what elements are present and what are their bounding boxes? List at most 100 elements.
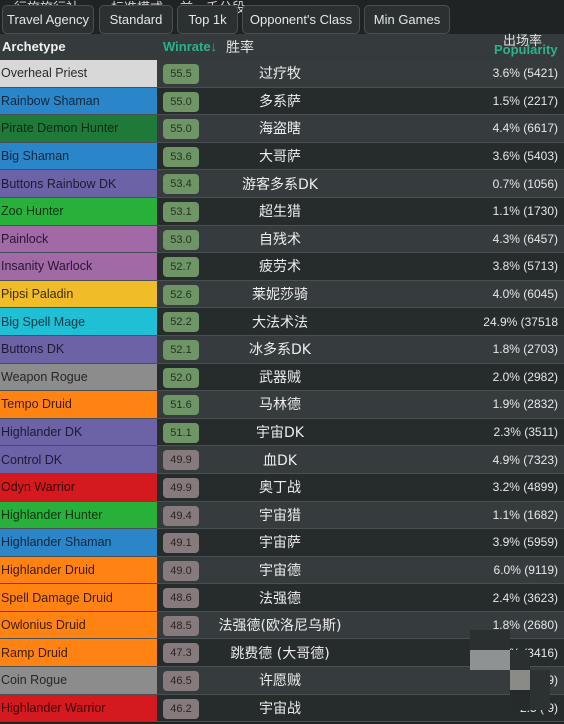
table-row[interactable]: Highlander Druid 49.0 宇宙德 6.0% (9119) — [0, 556, 564, 585]
popularity-value: 3.2% (4899) — [492, 480, 558, 495]
archetype-name[interactable]: Buttons Rainbow DK — [0, 170, 157, 197]
archetype-name[interactable]: Odyn Warrior — [0, 473, 157, 501]
popularity-value: 2.0% (2982) — [492, 369, 558, 384]
archetype-zh-name: 奥丁战 — [259, 480, 301, 497]
archetype-name[interactable]: Insanity Warlock — [0, 253, 157, 280]
archetype-zh-name: 武器贼 — [259, 369, 301, 386]
table-row[interactable]: Tempo Druid 51.6 马林德 1.9% (2832) — [0, 391, 564, 419]
archetype-zh-name: 血DK — [263, 452, 297, 469]
archetype-name[interactable]: Pipsi Paladin — [0, 280, 157, 308]
archetype-name[interactable]: Pirate Demon Hunter — [0, 115, 157, 142]
table-row[interactable]: Highlander Warrior46.2宇宙战2.5 ( 9) — [0, 694, 564, 723]
popularity-value: 2.4% (3623) — [492, 590, 558, 605]
archetype-name[interactable]: Rainbow Shaman — [0, 87, 157, 115]
winrate-badge: 49.0 — [163, 560, 199, 581]
archetype-name[interactable]: Painlock — [0, 225, 157, 253]
archetype-zh-name: 法强德(欧洛尼乌斯) — [218, 618, 342, 635]
archetype-name[interactable]: Overheal Priest — [0, 60, 157, 87]
table-row[interactable]: Pirate Demon Hunter 55.0 海盗瞎 4.4% (6617) — [0, 115, 564, 143]
redaction-block — [470, 650, 510, 670]
winrate-badge: 52.6 — [163, 284, 199, 305]
archetype-zh-name: 多系萨 — [259, 93, 301, 110]
table-row[interactable]: Overheal Priest 55.5 过疗牧 3.6% (5421) — [0, 60, 564, 88]
archetype-zh-name: 马林德 — [259, 397, 301, 414]
archetype-zh-name: 法强德 — [259, 590, 301, 607]
filter-travel-agency-button[interactable]: Travel Agency — [2, 5, 94, 34]
archetype-zh-name: 大法术法 — [252, 314, 308, 331]
archetype-zh-name: 游客多系DK — [242, 176, 318, 193]
table-row[interactable]: Rainbow Shaman 55.0 多系萨 1.5% (2217) — [0, 87, 564, 116]
filter-opponent-class-button[interactable]: Opponent's Class — [242, 5, 360, 34]
winrate-badge: 52.2 — [163, 312, 199, 333]
archetype-name[interactable]: Big Spell Mage — [0, 308, 157, 335]
archetype-name[interactable]: Owlonius Druid — [0, 611, 157, 639]
redaction-block — [510, 670, 530, 690]
winrate-column-header[interactable]: Winrate↓ — [163, 39, 217, 54]
table-row[interactable]: Painlock 53.0 自残术 4.3% (6457) — [0, 225, 564, 254]
filter-top-1k-button[interactable]: Top 1k — [177, 5, 238, 34]
winrate-badge: 55.0 — [163, 119, 199, 140]
archetype-zh-name: 海盗瞎 — [259, 121, 301, 138]
table-row[interactable]: Buttons Rainbow DK 53.4 游客多系DK 0.7% (1056) — [0, 170, 564, 198]
table-row[interactable]: Coin Rogue 46.5 许愿贼 9) — [0, 667, 564, 695]
popularity-value: 4.3% (6457) — [492, 231, 558, 246]
archetype-name[interactable]: Big Shaman — [0, 142, 157, 170]
filter-standard-button[interactable]: Standard — [99, 5, 173, 34]
archetype-name[interactable]: Highlander Druid — [0, 556, 157, 584]
popularity-value: 4.9% (7323) — [492, 452, 558, 467]
table-row[interactable]: Big Spell Mage 52.2 大法术法 24.9% (37518 — [0, 308, 564, 336]
table-row[interactable]: Insanity Warlock 52.7 疲劳术 3.8% (5713) — [0, 253, 564, 281]
archetype-name[interactable]: Highlander Shaman — [0, 529, 157, 556]
filter-min-games-button[interactable]: Min Games — [364, 5, 450, 34]
archetype-zh-name: 自残术 — [259, 231, 301, 248]
popularity-value: 3.6% (5421) — [492, 66, 558, 81]
winrate-badge: 49.1 — [163, 533, 199, 554]
popularity-value: 24.9% (37518 — [483, 314, 558, 329]
winrate-badge: 53.4 — [163, 174, 199, 195]
popularity-value: 3.6% (5403) — [492, 149, 558, 164]
table-row[interactable]: Weapon Rogue 52.0 武器贼 2.0% (2982) — [0, 363, 564, 392]
archetype-zh-name: 宇宙战 — [259, 700, 301, 717]
archetype-name[interactable]: Highlander Warrior — [0, 694, 157, 722]
popularity-value: 3.8% (5713) — [492, 259, 558, 274]
winrate-badge: 49.4 — [163, 505, 199, 526]
popularity-value: 1.1% (1730) — [492, 204, 558, 219]
archetype-name[interactable]: Weapon Rogue — [0, 363, 157, 391]
archetype-name[interactable]: Buttons DK — [0, 335, 157, 363]
popularity-value: 6.0% (9119) — [493, 562, 558, 577]
redaction-block — [470, 630, 510, 650]
table-row[interactable]: Zoo Hunter 53.1 超生猎 1.1% (1730) — [0, 197, 564, 226]
archetype-name[interactable]: Tempo Druid — [0, 391, 157, 418]
table-row[interactable]: Highlander DK 51.1 宇宙DK 2.3% (3511) — [0, 418, 564, 447]
archetype-name[interactable]: Spell Damage Druid — [0, 584, 157, 611]
archetype-column-header[interactable]: Archetype — [2, 39, 66, 54]
archetype-zh-name: 许愿贼 — [259, 673, 301, 690]
archetype-name[interactable]: Control DK — [0, 446, 157, 473]
popularity-value: 4.4% (6617) — [492, 121, 558, 136]
archetype-zh-name: 疲劳术 — [259, 259, 301, 276]
table-row[interactable]: Spell Damage Druid 48.6 法强德 2.4% (3623) — [0, 584, 564, 612]
table-row[interactable]: Odyn Warrior 49.9 奥丁战 3.2% (4899) — [0, 473, 564, 502]
archetype-name[interactable]: Highlander Hunter — [0, 501, 157, 529]
redaction-block — [510, 650, 530, 670]
winrate-badge: 55.0 — [163, 91, 199, 112]
table-row[interactable]: Big Shaman 53.6 大哥萨 3.6% (5403) — [0, 142, 564, 171]
filter-bar: 行旅旅行社 标准模式 前一千分段 Travel Agency Standard … — [0, 0, 564, 34]
winrate-badge: 46.5 — [163, 671, 199, 692]
archetype-zh-name: 大哥萨 — [259, 149, 301, 166]
table-row[interactable]: Highlander Hunter 49.4 宇宙猎 1.1% (1682) — [0, 501, 564, 530]
archetype-name[interactable]: Zoo Hunter — [0, 197, 157, 225]
winrate-badge: 53.0 — [163, 229, 199, 250]
popularity-value: 1.8% (2703) — [492, 342, 558, 357]
archetype-name[interactable]: Highlander DK — [0, 418, 157, 446]
winrate-badge: 52.1 — [163, 339, 199, 360]
archetype-name[interactable]: Coin Rogue — [0, 667, 157, 694]
popularity-column-header[interactable]: Popularity — [494, 42, 558, 57]
table-row[interactable]: Buttons DK 52.1 冰多系DK 1.8% (2703) — [0, 335, 564, 364]
redaction-block — [510, 690, 530, 710]
table-row[interactable]: Pipsi Paladin 52.6 莱妮莎骑 4.0% (6045) — [0, 280, 564, 309]
table-row[interactable]: Highlander Shaman 49.1 宇宙萨 3.9% (5959) — [0, 529, 564, 557]
winrate-badge: 48.6 — [163, 588, 199, 609]
table-row[interactable]: Control DK 49.9 血DK 4.9% (7323) — [0, 446, 564, 474]
archetype-name[interactable]: Ramp Druid — [0, 639, 157, 667]
